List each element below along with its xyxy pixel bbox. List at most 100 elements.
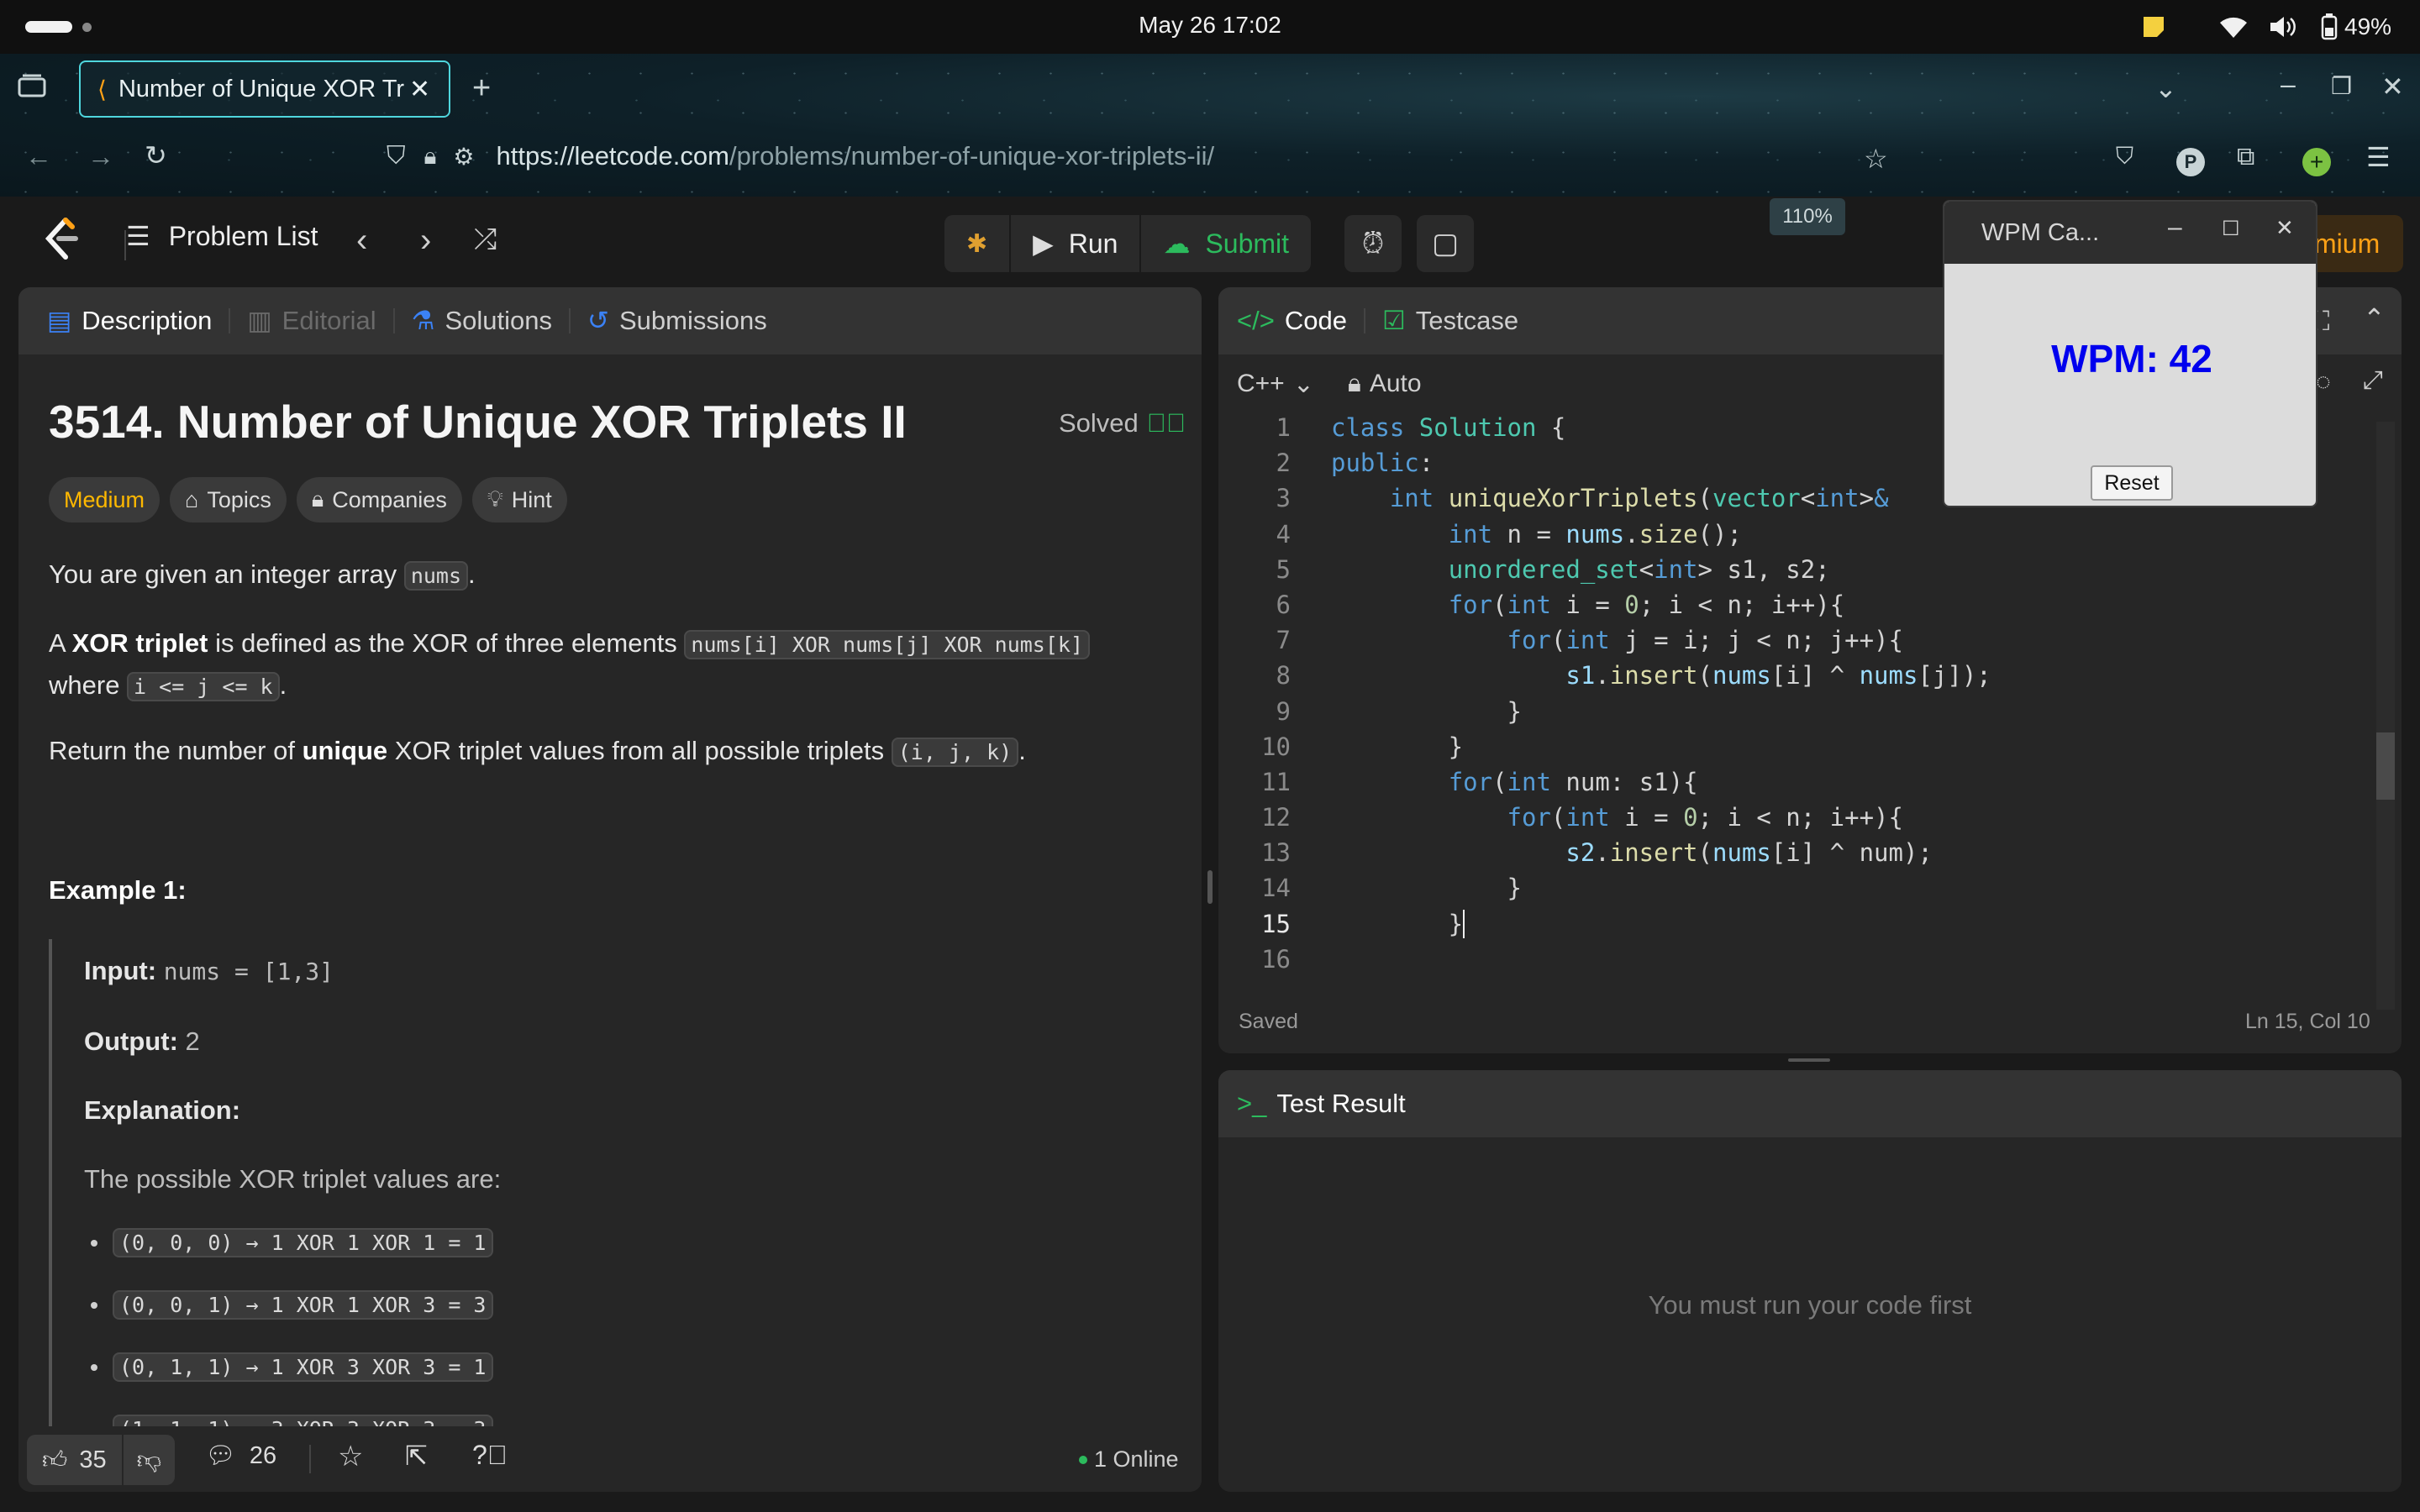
- extensions-icon[interactable]: ⧉: [2237, 143, 2254, 171]
- battery-icon[interactable]: [2321, 10, 2338, 44]
- volume-icon[interactable]: [2269, 10, 2297, 44]
- code-line[interactable]: s2.insert(nums[i] ^ num);: [1331, 835, 2390, 870]
- tab-list-chevron-icon[interactable]: ⌄: [2154, 72, 2177, 104]
- tab-close-icon[interactable]: ✕: [409, 75, 430, 104]
- share-icon[interactable]: ⇱: [405, 1440, 428, 1472]
- favorite-star-icon[interactable]: ☆: [338, 1440, 363, 1473]
- vote-group: 👍︎ 35 👎︎: [27, 1435, 176, 1485]
- run-button[interactable]: ▶ Run: [1011, 215, 1142, 272]
- tab-testcase[interactable]: ☑ Testcase: [1382, 306, 1518, 336]
- url-bar[interactable]: ⛉ 🔒︎ ⚙ https://leetcode.com/problems/num…: [387, 131, 1765, 181]
- companies-chip[interactable]: 🔒︎ Companies: [296, 477, 462, 522]
- prev-problem-icon[interactable]: ‹: [356, 222, 367, 260]
- notes-icon[interactable]: [2141, 10, 2166, 44]
- code-line[interactable]: s1.insert(nums[i] ^ nums[j]);: [1331, 658, 2390, 693]
- url-text[interactable]: https://leetcode.com/problems/number-of-…: [497, 141, 1215, 171]
- tab-description[interactable]: ▤ Description: [47, 306, 212, 336]
- extension-plus-icon[interactable]: +: [2302, 148, 2331, 176]
- statement-paragraph-1: You are given an integer array nums.: [49, 559, 476, 591]
- collapse-icon[interactable]: ⌃: [2363, 302, 2386, 334]
- premium-button[interactable]: mium: [2302, 215, 2403, 272]
- topics-chip[interactable]: ⌂ Topics: [170, 477, 287, 522]
- tag-chips: Medium ⌂ Topics 🔒︎ Companies 💡︎ Hint: [49, 477, 567, 522]
- tab-editorial[interactable]: ▥ Editorial: [247, 306, 376, 336]
- reset-button[interactable]: Reset: [2091, 465, 2173, 501]
- next-problem-icon[interactable]: ›: [420, 222, 431, 260]
- editor-scroll-thumb[interactable]: [2376, 732, 2395, 800]
- clock[interactable]: May 26 17:02: [0, 12, 2420, 39]
- history-icon: ↺: [587, 306, 609, 335]
- shield-icon[interactable]: ⛉: [387, 142, 406, 171]
- reload-icon[interactable]: ↻: [145, 139, 167, 171]
- forward-icon[interactable]: →: [87, 141, 114, 172]
- problem-title[interactable]: 3514. Number of Unique XOR Triplets II: [49, 395, 907, 449]
- back-icon[interactable]: ←: [25, 141, 52, 172]
- tag-icon: ⌂: [185, 486, 199, 512]
- bookmark-star-icon[interactable]: ☆: [1864, 143, 1888, 175]
- code-line[interactable]: for(int i = 0; i < n; i++){: [1331, 587, 2390, 622]
- description-panel: ▤ Description ▥ Editorial ⚗ Solutions ↺ …: [18, 287, 1202, 1492]
- code-line[interactable]: for(int num: s1){: [1331, 764, 2390, 800]
- debug-button[interactable]: ✱: [944, 215, 1012, 272]
- minimize-icon[interactable]: –: [2281, 69, 2296, 100]
- maximize-icon[interactable]: ☐: [2222, 217, 2240, 241]
- tab-submissions[interactable]: ↺ Submissions: [587, 306, 767, 336]
- code-brackets-icon: </>: [1237, 306, 1275, 335]
- code-line[interactable]: unordered_set<int> s1, s2;: [1331, 552, 2390, 587]
- minimize-icon[interactable]: –: [2168, 213, 2182, 242]
- tab-solutions[interactable]: ⚗ Solutions: [412, 306, 552, 336]
- code-line[interactable]: }: [1331, 870, 2390, 906]
- code-line[interactable]: }: [1331, 694, 2390, 729]
- close-window-icon[interactable]: ✕: [2381, 71, 2404, 102]
- autocomplete-mode[interactable]: 🔒︎ Auto: [1348, 370, 1422, 398]
- editor-scrollbar[interactable]: [2376, 422, 2395, 1010]
- document-icon: ▤: [47, 306, 72, 335]
- hint-chip[interactable]: 💡︎ Hint: [471, 477, 567, 522]
- new-tab-icon[interactable]: +: [472, 71, 491, 107]
- lightbulb-icon: 💡︎: [487, 486, 503, 512]
- wpm-value: WPM: 42: [2051, 337, 2212, 381]
- permissions-icon[interactable]: ⚙: [453, 143, 474, 171]
- lock-icon[interactable]: 🔒︎: [424, 143, 437, 171]
- tab-overview-icon[interactable]: [17, 72, 47, 106]
- like-button[interactable]: 👍︎ 35: [27, 1446, 122, 1475]
- wpm-calculator-window: WPM Ca... – ☐ ✕ WPM: 42 Reset: [1943, 200, 2317, 507]
- result-tabs: >_ Test Result: [1218, 1070, 2402, 1137]
- vertical-splitter[interactable]: [1207, 870, 1213, 904]
- dislike-button[interactable]: 👎︎: [124, 1446, 175, 1475]
- wpm-title-bar[interactable]: WPM Ca... – ☐ ✕: [1944, 202, 2316, 264]
- reset-code-icon[interactable]: ◌: [2316, 368, 2331, 396]
- flask-icon: ⚗: [411, 306, 435, 335]
- code-line[interactable]: [1331, 942, 2390, 977]
- code-line[interactable]: }: [1331, 906, 2390, 942]
- horizontal-splitter[interactable]: [1788, 1058, 1830, 1062]
- notes-button[interactable]: ▢: [1417, 215, 1474, 272]
- restore-icon[interactable]: ❐: [2331, 72, 2352, 100]
- browser-tab-active[interactable]: ⟨ Number of Unique XOR Triplets II ✕: [79, 60, 450, 118]
- close-icon[interactable]: ✕: [2275, 215, 2294, 241]
- example-explanation-label: Explanation:: [84, 1095, 241, 1125]
- tab-test-result[interactable]: >_ Test Result: [1237, 1089, 1406, 1119]
- code-line[interactable]: }: [1331, 729, 2390, 764]
- submit-button[interactable]: ☁ Submit: [1141, 215, 1311, 272]
- zoom-level[interactable]: 110%: [1770, 198, 1845, 235]
- tab-code[interactable]: </> Code: [1237, 306, 1347, 336]
- comments-button[interactable]: 💬︎ 26: [205, 1441, 276, 1470]
- profile-avatar[interactable]: P: [2176, 148, 2205, 176]
- code-line[interactable]: for(int i = 0; i < n; i++){: [1331, 800, 2390, 835]
- pocket-icon[interactable]: ⛉: [2116, 143, 2133, 171]
- problem-list-button[interactable]: ☰ Problem List: [126, 220, 318, 252]
- run-submit-bar: ✱ ▶ Run ☁ Submit: [944, 215, 1312, 272]
- fullscreen-icon[interactable]: ⤢: [2363, 366, 2383, 395]
- code-line[interactable]: int n = nums.size();: [1331, 517, 2390, 552]
- shuffle-icon[interactable]: ⤮: [474, 223, 497, 256]
- wifi-icon[interactable]: [2218, 10, 2249, 44]
- help-icon[interactable]: ?⃝: [472, 1440, 508, 1471]
- menu-hamburger-icon[interactable]: ☰: [2366, 141, 2391, 173]
- example-explanation-text: The possible XOR triplet values are:: [84, 1164, 502, 1194]
- leetcode-logo-icon[interactable]: [42, 217, 81, 262]
- timer-button[interactable]: ⏰︎: [1344, 215, 1402, 272]
- code-line[interactable]: for(int j = i; j < n; j++){: [1331, 622, 2390, 658]
- test-result-panel: >_ Test Result You must run your code fi…: [1218, 1070, 2402, 1492]
- language-select[interactable]: C++ ⌄: [1237, 370, 1314, 399]
